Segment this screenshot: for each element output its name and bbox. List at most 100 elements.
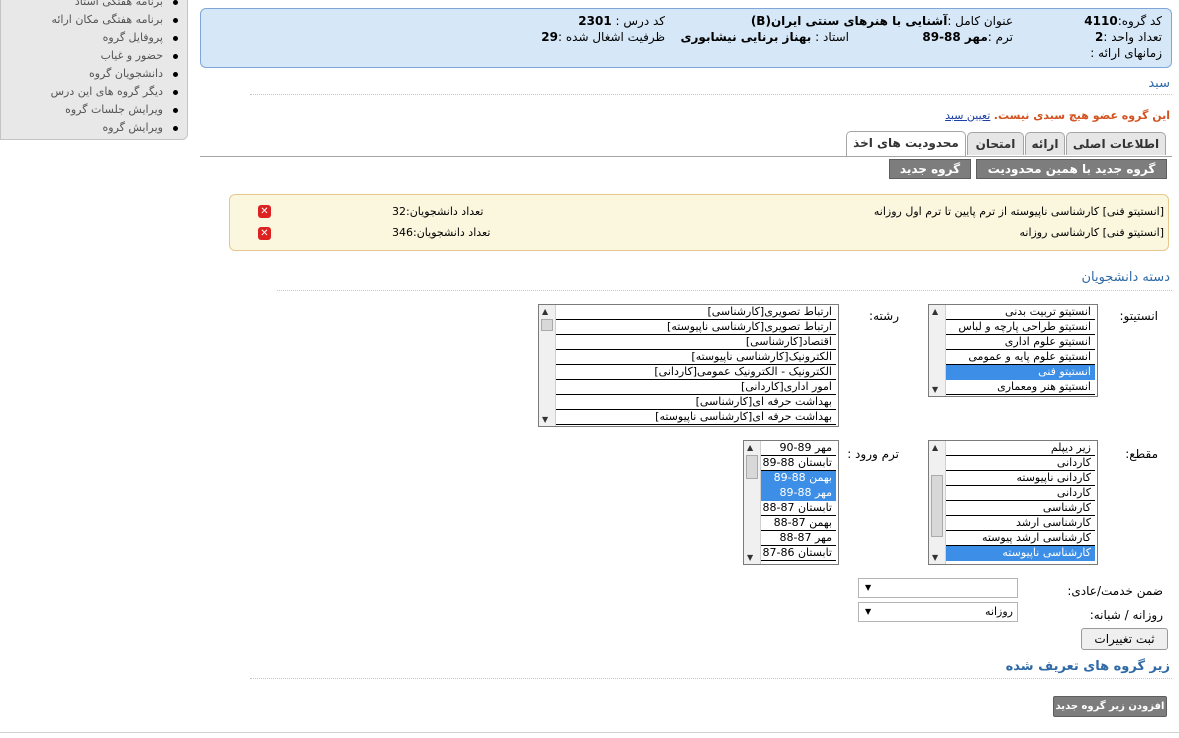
sidebar-item-label: پروفایل گروه	[102, 31, 163, 44]
entry-term-listbox[interactable]: ▲ ▼ مهر 89-90 تابستان 88-89 بهمن 88-89 مهر 8…	[743, 440, 839, 565]
delete-icon[interactable]: ✕	[258, 227, 271, 240]
students-section-title: دسته دانشجویان	[1081, 270, 1170, 285]
sidebar-item-label: دیگر گروه های این درس	[50, 85, 163, 98]
bullet-icon	[173, 126, 178, 131]
restrictions-list: [انستیتو فنی] کارشناسی ناپیوسته از ترم پ…	[229, 194, 1169, 251]
level-listbox[interactable]: ▲ ▼ زیر دیپلم کاردانی کاردانی ناپیوسته کاردا…	[928, 440, 1098, 565]
chevron-down-icon: ▼	[865, 583, 872, 592]
save-changes-button[interactable]: ثبت تغییرات	[1081, 628, 1168, 650]
sidebar-item-label: برنامه هفتگی مکان ارائه	[51, 13, 163, 26]
bullet-icon	[173, 72, 178, 77]
list-option[interactable]: بهمن 88-89	[760, 471, 836, 486]
institute-label: انستیتو:	[1119, 309, 1158, 323]
list-option[interactable]: تابستان 87-88	[760, 501, 836, 516]
entry-term-label: ترم ورود :	[847, 447, 899, 461]
group-code: کد گروه:4110	[1084, 14, 1162, 28]
new-group-same-restriction-button[interactable]: گروه جدید با همین محدودیت	[976, 159, 1167, 179]
restriction-desc: [انستیتو فنی] کارشناسی ناپیوسته از ترم پ…	[873, 205, 1164, 218]
list-option[interactable]: کارشناسی ارشد	[945, 516, 1095, 531]
list-option[interactable]: تابستان 88-89	[760, 456, 836, 471]
tab-exam[interactable]: امتحان	[967, 132, 1024, 155]
term: ترم :مهر 88-89	[922, 30, 1013, 44]
set-sabad-link[interactable]: تعیین سبد	[945, 109, 990, 122]
list-option[interactable]: مهر 89-90	[760, 441, 836, 456]
list-option[interactable]: امور اداری[کاردانی]	[555, 380, 836, 395]
institute-listbox[interactable]: ▲ ▼ انستیتو تربیت بدنی انستیتو طراحی پارچه…	[928, 304, 1098, 397]
list-option[interactable]: تابستان 86-87	[760, 546, 836, 561]
sidebar-item[interactable]: ویرایش جلسات گروه	[1, 101, 178, 119]
sidebar-menu: برنامه هفتگی استاد برنامه هفتگی مکان ارائ…	[0, 0, 188, 140]
full-title: عنوان کامل :آشنایی با هنرهای سنتی ایران(…	[750, 14, 1013, 28]
scrollbar[interactable]: ▲ ▼	[929, 305, 946, 396]
list-option[interactable]: کاردانی ناپیوسته	[945, 471, 1095, 486]
sabad-notice-row: این گروه عضو هیچ سبدی نیست. تعیین سبد	[945, 109, 1170, 122]
sidebar-item-label: دانشجویان گروه	[89, 67, 163, 80]
shift-label: روزانه / شبانه:	[1089, 608, 1163, 622]
subgroups-title: زیر گروه های تعریف شده	[1005, 659, 1170, 674]
bullet-icon	[173, 18, 178, 23]
bullet-icon	[173, 0, 178, 5]
tab-main-info[interactable]: اطلاعات اصلی	[1066, 132, 1166, 155]
sidebar-item-label: ویرایش گروه	[102, 121, 163, 134]
restriction-count: تعداد دانشجویان:32	[392, 205, 484, 218]
list-option[interactable]: انستیتو طراحی پارچه و لباس	[945, 320, 1095, 335]
unit-count: تعداد واحد :2	[1095, 30, 1162, 44]
list-option[interactable]: ارتباط تصویری[کارشناسی ناپیوسته]	[555, 320, 836, 335]
list-option[interactable]: کارشناسی ناپیوسته	[945, 546, 1095, 561]
sidebar-item[interactable]: برنامه هفتگی استاد	[1, 0, 178, 11]
field-listbox[interactable]: ▲ ▼ ارتباط تصویری[کارشناسی] ارتباط تصویری[…	[538, 304, 839, 427]
divider	[250, 678, 1172, 679]
new-group-button[interactable]: گروه جدید	[889, 159, 971, 179]
list-option[interactable]: مهر 87-88	[760, 531, 836, 546]
scrollbar[interactable]: ▲ ▼	[929, 441, 946, 564]
restriction-count: تعداد دانشجویان:346	[392, 226, 491, 239]
sidebar-item[interactable]: برنامه هفتگی مکان ارائه	[1, 11, 178, 29]
list-option[interactable]: انستیتو علوم پایه و عمومی	[945, 350, 1095, 365]
sidebar-item-label: حضور و غیاب	[100, 49, 163, 62]
list-option[interactable]: کارشناسی ارشد پیوسته	[945, 531, 1095, 546]
list-option[interactable]: بهمن 87-88	[760, 516, 836, 531]
add-subgroup-button[interactable]: افزودن زیر گروه جدید	[1053, 696, 1167, 717]
sidebar-item[interactable]: پروفایل گروه	[1, 29, 178, 47]
course-code: کد درس : 2301	[578, 14, 665, 28]
list-option[interactable]: انستیتو هنر ومعماری	[945, 380, 1095, 395]
list-option[interactable]: اقتصاد[کارشناسی]	[555, 335, 836, 350]
sidebar-item[interactable]: دانشجویان گروه	[1, 65, 178, 83]
group-info-panel: کد گروه:4110 عنوان کامل :آشنایی با هنرها…	[200, 8, 1172, 68]
tab-presentation[interactable]: ارائه	[1025, 132, 1065, 155]
bullet-icon	[173, 108, 178, 113]
list-option[interactable]: بهداشت حرفه ای[کارشناسی ناپیوسته]	[555, 410, 836, 425]
service-select[interactable]: ▼	[858, 578, 1018, 598]
sidebar-item[interactable]: ویرایش گروه	[1, 119, 178, 137]
list-option[interactable]: الکترونیک - الکترونیک عمومی[کاردانی]	[555, 365, 836, 380]
sidebar-item[interactable]: دیگر گروه های این درس	[1, 83, 178, 101]
list-option[interactable]: کارشناسی	[945, 501, 1095, 516]
list-option[interactable]: ارتباط تصویری[کارشناسی]	[555, 305, 836, 320]
scrollbar[interactable]: ▲ ▼	[539, 305, 556, 426]
chevron-down-icon: ▼	[865, 607, 872, 616]
sabad-title: سبد	[1148, 76, 1170, 91]
list-option[interactable]: بهداشت حرفه ای[کارشناسی]	[555, 395, 836, 410]
list-option[interactable]: الکترونیک[کارشناسی ناپیوسته]	[555, 350, 836, 365]
list-option[interactable]: مهر 88-89	[760, 486, 836, 501]
shift-select[interactable]: ▼ روزانه	[858, 602, 1018, 622]
field-label: رشته:	[869, 309, 899, 323]
capacity: ظرفیت اشغال شده :29	[541, 30, 665, 44]
bullet-icon	[173, 54, 178, 59]
delete-icon[interactable]: ✕	[258, 205, 271, 218]
footer-divider	[0, 732, 1179, 733]
times-label: زمانهای ارائه :	[1090, 46, 1162, 60]
sidebar-item-label: ویرایش جلسات گروه	[65, 103, 163, 116]
tab-restrictions[interactable]: محدودیت های اخذ	[846, 131, 966, 156]
restriction-desc: [انستیتو فنی] کارشناسی روزانه	[1019, 226, 1164, 239]
sidebar-item[interactable]: حضور و غیاب	[1, 47, 178, 65]
list-option[interactable]: انستیتو علوم اداری	[945, 335, 1095, 350]
list-option[interactable]: زیر دیپلم	[945, 441, 1095, 456]
list-option[interactable]: انستیتو تربیت بدنی	[945, 305, 1095, 320]
sidebar-item-label: برنامه هفتگی استاد	[74, 0, 163, 8]
scrollbar[interactable]: ▲ ▼	[744, 441, 761, 564]
list-option[interactable]: انستیتو فنی	[945, 365, 1095, 380]
service-label: ضمن خدمت/عادی:	[1067, 584, 1163, 598]
list-option[interactable]: کاردانی	[945, 456, 1095, 471]
list-option[interactable]: کاردانی	[945, 486, 1095, 501]
